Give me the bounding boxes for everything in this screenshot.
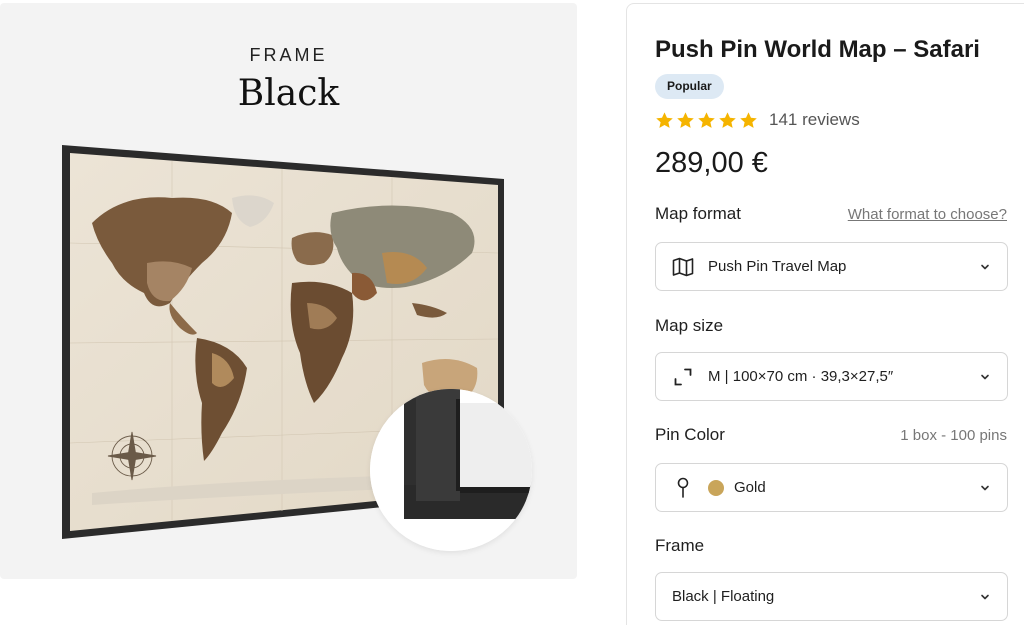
chevron-down-icon bbox=[981, 485, 989, 490]
frame-caption-value: Black bbox=[237, 73, 340, 114]
pin-color-value: Gold bbox=[734, 479, 766, 496]
product-price: 289,00 € bbox=[655, 147, 768, 179]
star-icon bbox=[698, 111, 715, 128]
resize-icon bbox=[672, 366, 694, 388]
format-help-link[interactable]: What format to choose? bbox=[848, 206, 1007, 223]
frame-corner-detail bbox=[370, 389, 532, 551]
map-size-label: Map size bbox=[655, 316, 724, 335]
star-icon bbox=[656, 111, 673, 128]
product-title: Push Pin World Map – Safari bbox=[655, 36, 980, 63]
star-icon bbox=[677, 111, 694, 128]
rating-row[interactable]: 141 reviews bbox=[655, 110, 860, 130]
map-format-select[interactable]: Push Pin Travel Map bbox=[655, 242, 1008, 291]
star-icon bbox=[719, 111, 736, 128]
chevron-down-icon bbox=[981, 264, 989, 269]
frame-value: Black | Floating bbox=[672, 588, 775, 605]
map-format-value: Push Pin Travel Map bbox=[708, 258, 847, 275]
pin-color-label: Pin Color bbox=[655, 425, 725, 444]
product-gallery[interactable]: FRAME Black bbox=[0, 3, 577, 579]
product-details-panel: Push Pin World Map – Safari Popular 141 … bbox=[626, 3, 1024, 625]
popular-badge: Popular bbox=[655, 74, 724, 99]
chevron-down-icon bbox=[981, 374, 989, 379]
map-size-select[interactable]: M | 100×70 cm · 39,3×27,5″ bbox=[655, 352, 1008, 401]
pin-color-select[interactable]: Gold bbox=[655, 463, 1008, 512]
map-format-label: Map format bbox=[655, 204, 741, 223]
frame-label: Frame bbox=[655, 536, 705, 555]
pin-icon bbox=[672, 477, 694, 499]
review-count-link[interactable]: 141 reviews bbox=[769, 110, 860, 130]
chevron-down-icon bbox=[981, 594, 989, 599]
pin-box-note: 1 box - 100 pins bbox=[900, 427, 1007, 444]
star-icon bbox=[740, 111, 757, 128]
map-icon bbox=[672, 256, 694, 278]
frame-select[interactable]: Black | Floating bbox=[655, 572, 1008, 621]
frame-caption-label: FRAME bbox=[249, 45, 328, 65]
map-size-value: M | 100×70 cm · 39,3×27,5″ bbox=[708, 368, 894, 385]
frame-corner-closeup-image bbox=[370, 389, 532, 551]
gold-swatch bbox=[708, 479, 724, 496]
